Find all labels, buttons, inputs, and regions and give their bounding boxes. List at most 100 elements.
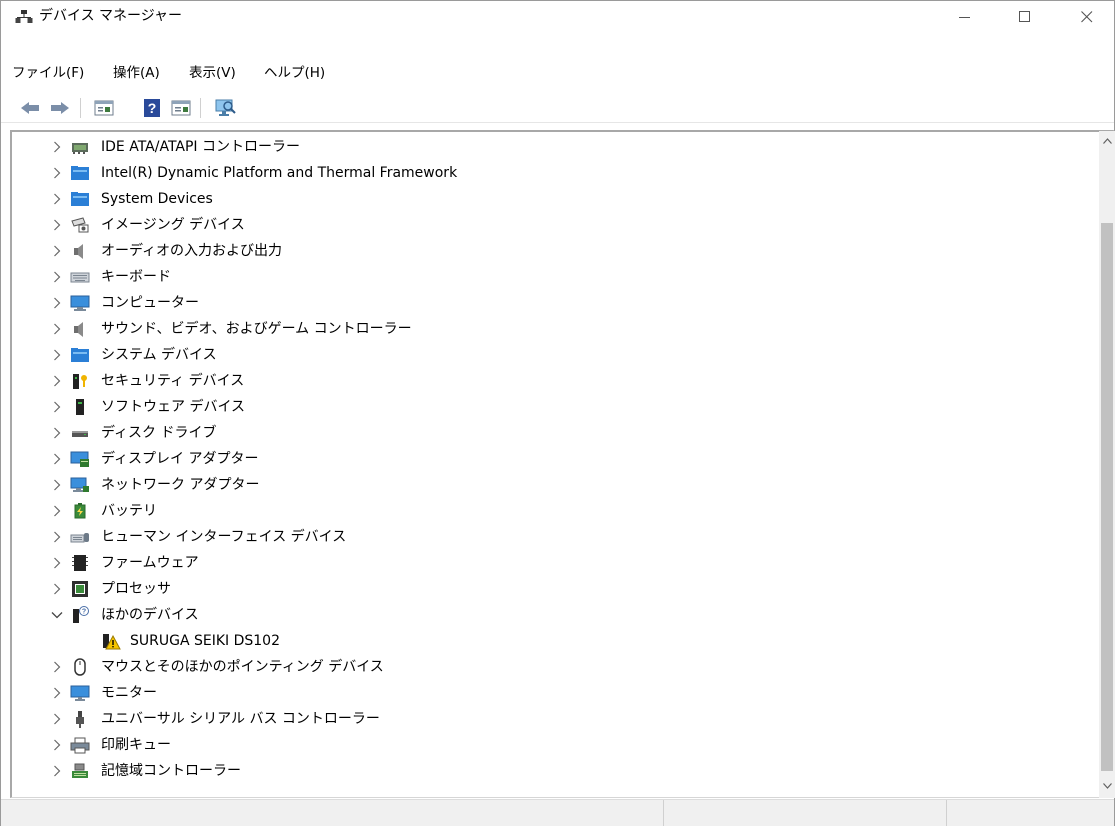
chevron-right-icon[interactable]: [50, 686, 64, 700]
firmware-icon: [72, 555, 88, 571]
device-category[interactable]: ? ほかのデバイス: [12, 602, 1097, 628]
chevron-right-icon[interactable]: [50, 712, 64, 726]
device-category[interactable]: ヒューマン インターフェイス デバイス: [12, 524, 1097, 550]
device-category-label: ほかのデバイス: [101, 607, 199, 623]
help-button[interactable]: ?: [141, 97, 163, 119]
chevron-down-icon[interactable]: [50, 608, 64, 622]
chevron-right-icon[interactable]: [50, 270, 64, 284]
window-title: デバイス マネージャー: [39, 8, 183, 24]
speaker-icon: [74, 244, 83, 259]
chevron-right-icon[interactable]: [50, 504, 64, 518]
device-category[interactable]: 印刷キュー: [12, 732, 1097, 758]
chevron-right-icon[interactable]: [50, 244, 64, 258]
chevron-right-icon[interactable]: [50, 348, 64, 362]
device-category[interactable]: キーボード: [12, 264, 1097, 290]
chevron-down-icon: [1102, 783, 1112, 789]
back-button[interactable]: [19, 97, 41, 119]
device-category[interactable]: オーディオの入力および出力: [12, 238, 1097, 264]
device-category-label: ファームウェア: [101, 555, 199, 571]
forward-button[interactable]: [49, 97, 71, 119]
device-category[interactable]: ファームウェア: [12, 550, 1097, 576]
device-category-label: セキュリティ デバイス: [101, 373, 245, 389]
software-device-icon: [76, 399, 84, 415]
menu-action[interactable]: 操作(A): [113, 64, 160, 82]
chevron-right-icon[interactable]: [50, 764, 64, 778]
device-category[interactable]: System Devices: [12, 186, 1097, 212]
scroll-down-button[interactable]: [1099, 778, 1115, 794]
minimize-button[interactable]: [942, 1, 988, 32]
properties-button[interactable]: [93, 97, 115, 119]
chevron-right-icon[interactable]: [50, 140, 64, 154]
device-category[interactable]: 記憶域コントローラー: [12, 758, 1097, 784]
chevron-right-icon[interactable]: [50, 452, 64, 466]
device-category-label: イメージング デバイス: [101, 217, 245, 233]
vertical-scrollbar[interactable]: [1099, 131, 1115, 798]
device-category[interactable]: コンピューター: [12, 290, 1097, 316]
chevron-right-icon[interactable]: [50, 322, 64, 336]
device-category-label: システム デバイス: [101, 347, 217, 363]
battery-icon: [74, 503, 86, 519]
device-category-label: Intel(R) Dynamic Platform and Thermal Fr…: [101, 165, 458, 181]
chevron-right-icon[interactable]: [50, 218, 64, 232]
menu-view[interactable]: 表示(V): [189, 64, 236, 82]
chevron-right-icon[interactable]: [50, 582, 64, 596]
device-tree[interactable]: IDE ATA/ATAPI コントローラー Intel(R) Dynamic Pl…: [10, 130, 1114, 798]
device-category[interactable]: システム デバイス: [12, 342, 1097, 368]
device-category[interactable]: IDE ATA/ATAPI コントローラー: [12, 134, 1097, 160]
chevron-right-icon[interactable]: [50, 738, 64, 752]
device-category[interactable]: サウンド、ビデオ、およびゲーム コントローラー: [12, 316, 1097, 342]
close-button[interactable]: [1064, 1, 1110, 32]
device-category[interactable]: ソフトウェア デバイス: [12, 394, 1097, 420]
disk-drive-icon: [72, 431, 88, 437]
forward-icon: [51, 102, 69, 114]
scan-hardware-button[interactable]: [214, 97, 236, 119]
device-category[interactable]: Intel(R) Dynamic Platform and Thermal Fr…: [12, 160, 1097, 186]
status-pane: [663, 800, 946, 826]
menu-file[interactable]: ファイル(F): [12, 64, 84, 82]
device-category-label: プロセッサ: [101, 581, 171, 597]
menu-help[interactable]: ヘルプ(H): [264, 64, 325, 82]
scroll-up-button[interactable]: [1099, 133, 1115, 149]
scrollbar-thumb[interactable]: [1101, 223, 1113, 771]
chevron-right-icon[interactable]: [50, 426, 64, 440]
toolbar-separator: [200, 98, 201, 118]
chevron-right-icon[interactable]: [50, 530, 64, 544]
device-manager-window: デバイス マネージャー ファイル(F) 操作(A) 表示(V) ヘルプ(H) ?: [0, 0, 1115, 826]
device-category[interactable]: バッテリ: [12, 498, 1097, 524]
device-category[interactable]: ネットワーク アダプター: [12, 472, 1097, 498]
device-category[interactable]: ディスプレイ アダプター: [12, 446, 1097, 472]
device-category[interactable]: プロセッサ: [12, 576, 1097, 602]
close-icon: [1081, 10, 1093, 22]
chevron-right-icon[interactable]: [50, 478, 64, 492]
ide-controller-icon: [72, 143, 88, 154]
network-adapter-icon: [70, 477, 89, 492]
device-category[interactable]: ディスク ドライブ: [12, 420, 1097, 446]
chevron-right-icon[interactable]: [50, 556, 64, 570]
status-bar: [1, 799, 1114, 826]
chevron-right-icon[interactable]: [50, 192, 64, 206]
chevron-right-icon[interactable]: [50, 374, 64, 388]
device-category[interactable]: モニター: [12, 680, 1097, 706]
computer-icon: [70, 295, 90, 311]
svg-text:?: ?: [148, 100, 157, 116]
menu-bar: ファイル(F) 操作(A) 表示(V) ヘルプ(H): [1, 57, 1114, 89]
device-category-label: キーボード: [101, 269, 171, 285]
warning-device-icon: [103, 634, 121, 650]
view-button[interactable]: [170, 97, 192, 119]
system-folder-icon: [71, 348, 89, 362]
chevron-right-icon[interactable]: [50, 296, 64, 310]
device-category[interactable]: マウスとそのほかのポインティング デバイス: [12, 654, 1097, 680]
hid-icon: [70, 533, 89, 543]
device-item[interactable]: SURUGA SEIKI DS102: [12, 628, 1097, 654]
device-category-label: ディスク ドライブ: [101, 425, 217, 441]
maximize-button[interactable]: [1002, 1, 1048, 32]
monitor-icon: [70, 685, 90, 701]
chevron-right-icon[interactable]: [50, 400, 64, 414]
chevron-right-icon[interactable]: [50, 660, 64, 674]
title-bar[interactable]: デバイス マネージャー: [1, 1, 1114, 32]
chevron-right-icon[interactable]: [50, 166, 64, 180]
device-category[interactable]: イメージング デバイス: [12, 212, 1097, 238]
device-category[interactable]: セキュリティ デバイス: [12, 368, 1097, 394]
device-category-label: ユニバーサル シリアル バス コントローラー: [101, 711, 380, 727]
device-category[interactable]: ユニバーサル シリアル バス コントローラー: [12, 706, 1097, 732]
